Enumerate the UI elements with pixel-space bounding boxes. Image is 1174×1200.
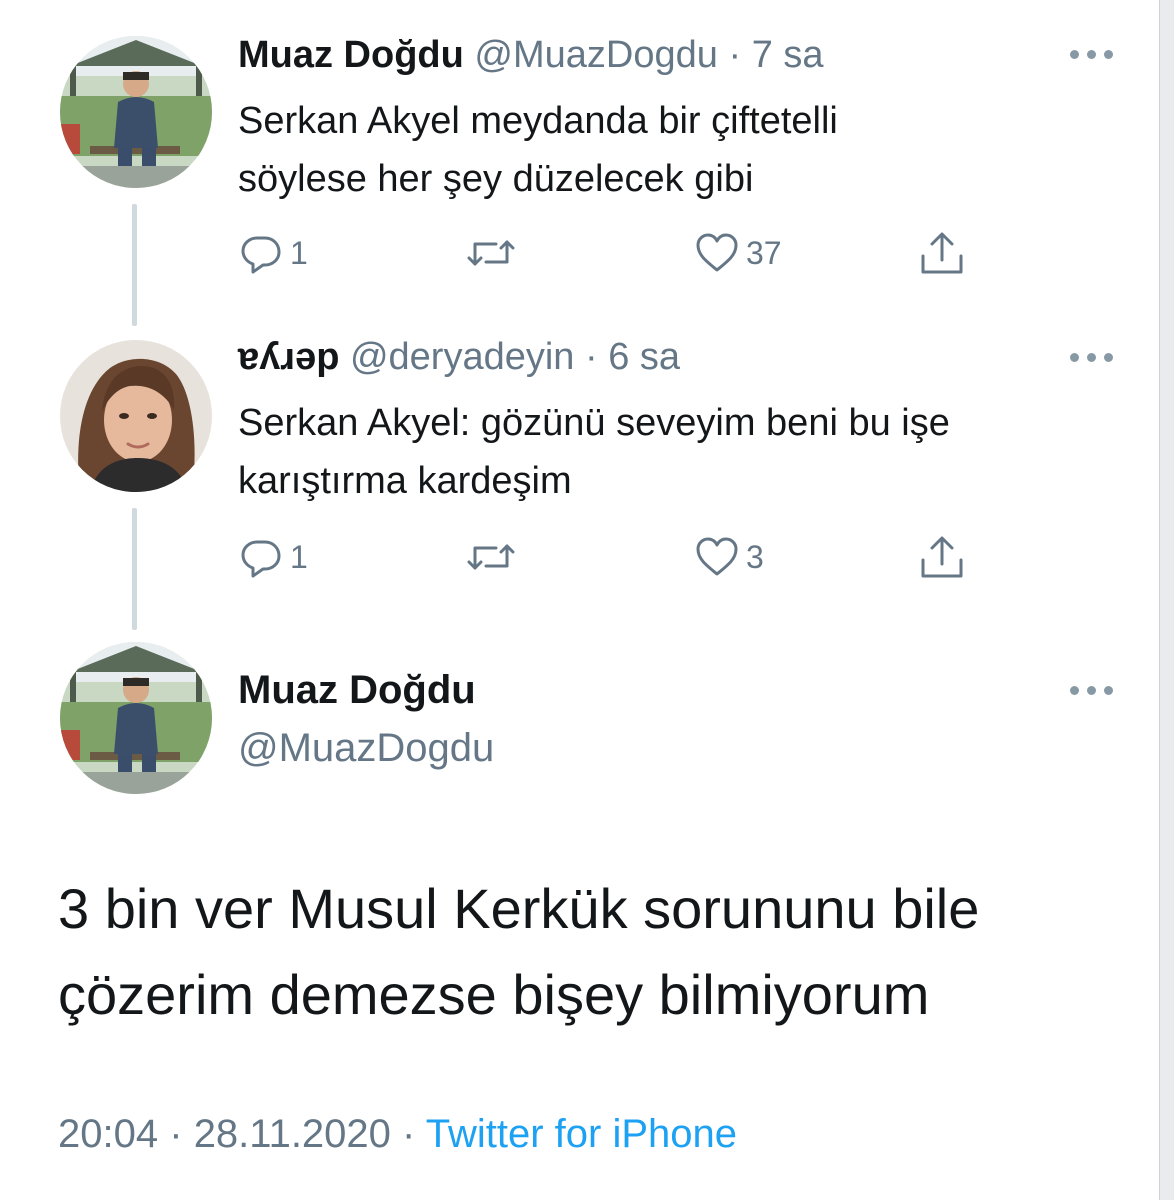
- reply-icon: [241, 540, 281, 578]
- separator-dot: ·: [169, 1112, 183, 1156]
- reply-button[interactable]: 1: [238, 228, 308, 278]
- author-name[interactable]: ɐʎɹǝp: [238, 336, 339, 378]
- like-button[interactable]: 37: [694, 228, 782, 278]
- separator-dot: ·: [728, 34, 742, 76]
- author-handle[interactable]: @MuazDogdu: [474, 34, 717, 76]
- tweet-text-line: Serkan Akyel: gözünü seveyim beni bu işe: [238, 402, 950, 444]
- reply-count: 1: [290, 234, 308, 271]
- tweet-text-line: 3 bin ver Musul Kerkük sorununu bile: [58, 877, 980, 940]
- avatar[interactable]: [60, 642, 212, 794]
- share-button[interactable]: [918, 532, 966, 582]
- tweet-header: ɐʎɹǝp @deryadeyin · 6 sa: [238, 336, 680, 379]
- tweet-actions: 1 3: [238, 532, 978, 582]
- avatar-image: [60, 642, 212, 794]
- share-icon: [921, 536, 963, 578]
- retweet-icon: [467, 544, 515, 570]
- heart-icon: [696, 233, 738, 272]
- separator-dot: ·: [585, 336, 598, 378]
- tweet-text-line: Serkan Akyel meydanda bir çiftetelli: [238, 100, 838, 142]
- like-button[interactable]: 3: [694, 532, 764, 582]
- tweet-source-link[interactable]: Twitter for iPhone: [426, 1112, 737, 1156]
- author-name[interactable]: Muaz Doğdu: [238, 34, 464, 76]
- tweet-time: 20:04: [58, 1112, 159, 1156]
- tweet-text: 3 bin ver Musul Kerkük sorununu bile çöz…: [58, 866, 1138, 1038]
- retweet-icon: [467, 240, 515, 266]
- retweet-button[interactable]: [466, 532, 516, 582]
- tweet-date: 28.11.2020: [193, 1112, 391, 1156]
- thread-connector: [132, 508, 137, 630]
- like-count: 37: [746, 234, 782, 271]
- reply-button[interactable]: 1: [238, 532, 308, 582]
- reply-icon: [241, 236, 281, 274]
- like-count: 3: [746, 538, 764, 575]
- more-options-icon[interactable]: [1070, 686, 1114, 698]
- avatar[interactable]: [60, 340, 212, 492]
- tweet-text-line: söylese her şey düzelecek gibi: [238, 158, 754, 200]
- timestamp[interactable]: 6 sa: [608, 336, 680, 378]
- tweet-actions: 1 37: [238, 228, 978, 278]
- share-icon: [921, 232, 963, 274]
- retweet-button[interactable]: [466, 228, 516, 278]
- thread-connector: [132, 204, 137, 326]
- author-name[interactable]: Muaz Doğdu: [238, 668, 476, 713]
- timestamp[interactable]: 7 sa: [752, 34, 824, 76]
- separator-dot: ·: [402, 1112, 416, 1156]
- tweet-text-line: çözerim demezse bişey bilmiyorum: [58, 963, 930, 1026]
- avatar-image: [60, 340, 212, 492]
- tweet-text: Serkan Akyel: gözünü seveyim beni bu işe…: [238, 394, 950, 510]
- author-handle[interactable]: @MuazDogdu: [238, 726, 494, 771]
- tweet-text-line: karıştırma kardeşim: [238, 460, 572, 502]
- tweet-header: Muaz Doğdu @MuazDogdu · 7 sa: [238, 34, 824, 77]
- more-options-icon[interactable]: [1070, 353, 1114, 365]
- tweet-text: Serkan Akyel meydanda bir çiftetelli söy…: [238, 92, 838, 208]
- avatar-image: [60, 36, 212, 188]
- author-handle[interactable]: @deryadeyin: [350, 336, 574, 378]
- tweet-meta: 20:04 · 28.11.2020 · Twitter for iPhone: [58, 1112, 737, 1157]
- share-button[interactable]: [918, 228, 966, 278]
- reply-count: 1: [290, 538, 308, 575]
- avatar[interactable]: [60, 36, 212, 188]
- more-options-icon[interactable]: [1070, 50, 1114, 62]
- heart-icon: [696, 537, 738, 576]
- scrollbar-edge: [1159, 0, 1174, 1200]
- tweet-thread-page: Muaz Doğdu @MuazDogdu · 7 sa Serkan Akye…: [0, 0, 1174, 1200]
